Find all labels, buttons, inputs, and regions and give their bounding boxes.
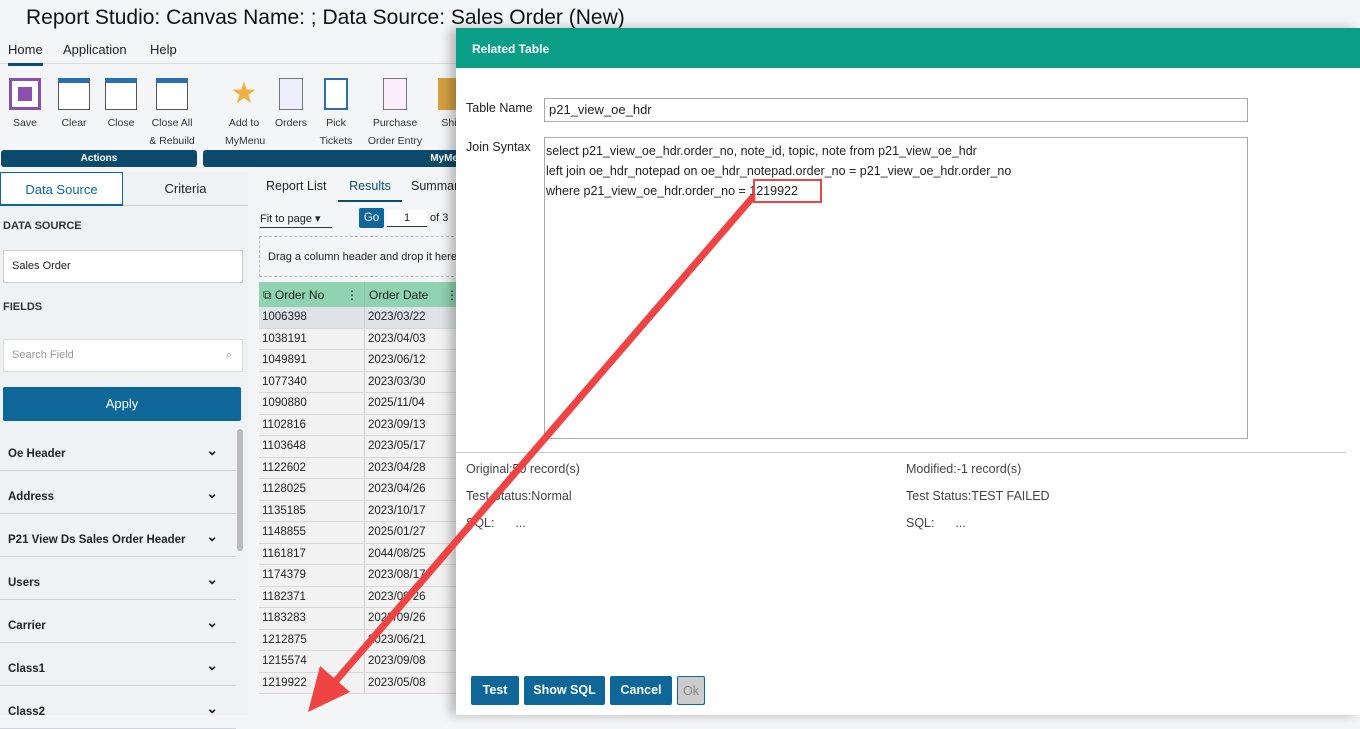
annotation-overlay bbox=[308, 179, 822, 712]
arrow-line bbox=[324, 194, 756, 694]
highlight-box bbox=[753, 179, 822, 203]
